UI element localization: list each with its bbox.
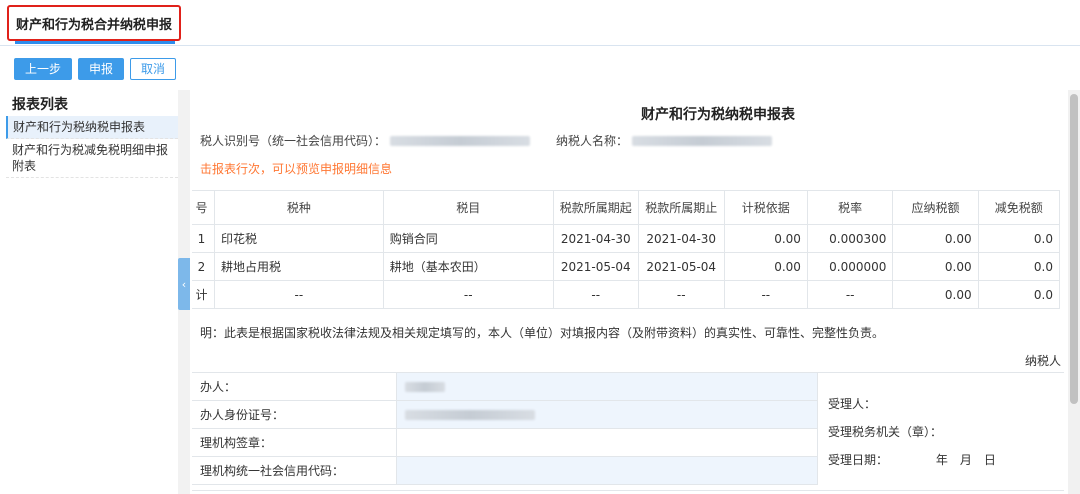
accept-date-label: 受理日期： [828,453,889,467]
agency-code-field[interactable] [396,457,818,484]
table-row[interactable]: 1 印花税 购销合同 2021-04-30 2021-04-30 0.00 0.… [192,224,1061,253]
tax-basis-cell: 0.00 [723,224,808,253]
accept-date-parts: 年 月 日 [935,453,996,467]
sidebar-item-main-form[interactable]: 财产和行为税纳税申报表 [6,116,178,139]
agency-seal-label: 理机构签章： [200,436,273,450]
column-header: 税款所属期起 [552,190,639,225]
tax-basis-cell: -- [723,280,808,309]
redacted-handler-id [405,409,535,420]
report-list-sidebar: 报表列表 财产和行为税纳税申报表 财产和行为税减免税明细申报附表 [6,90,178,494]
taxpayer-name-label: 纳税人名称： [556,134,629,148]
tax-relief-cell: 0.0 [977,280,1061,309]
tab-combined-declaration[interactable]: 财产和行为税合并纳税申报 [7,5,181,41]
period-start-cell: 2021-04-30 [552,224,639,253]
tax-basis-cell: 0.00 [723,252,808,281]
period-end-cell: 2021-04-30 [637,224,725,253]
table-header-row: 号 税种 税目 税款所属期起 税款所属期止 计税依据 税率 应纳税额 减免税额 [192,190,1061,225]
sign-row-handler: 办人： [192,373,818,401]
column-header: 税种 [213,190,384,225]
submit-button[interactable]: 申报 [78,58,125,80]
row-number: 2 [192,252,215,281]
column-header: 计税依据 [723,190,808,225]
tab-label: 财产和行为税合并纳税申报 [15,17,172,33]
sidebar-item-label: 财产和行为税减免税明细申报附表 [12,143,169,173]
redacted-handler-name [405,381,445,392]
sign-row-agency-seal: 理机构签章： [192,429,818,457]
row-number: 1 [192,224,215,253]
sidebar-title: 报表列表 [12,97,68,113]
tax-payable-cell: 0.00 [892,252,979,281]
vertical-scrollbar[interactable] [1068,90,1080,494]
taxpayer-sign-label: 纳税人 [1025,354,1062,368]
page: 财产和行为税合并纳税申报 上一步 申报 取消 报表列表 财产和行为税纳税申报表 … [0,0,1080,494]
declaration-statement: 明：此表是根据国家税收法律法规及相关规定填写的，本人（单位）对填报内容（及附带资… [200,326,885,340]
column-header: 税款所属期止 [637,190,725,225]
tax-relief-cell: 0.0 [977,252,1061,281]
redacted-taxpayer-id [390,135,531,146]
tax-item-cell: 耕地（基本农田） [382,252,554,281]
tax-type-cell: 耕地占用税 [213,252,384,281]
form-title: 财产和行为税纳税申报表 [641,107,795,123]
divider [192,490,1064,491]
agency-code-label: 理机构统一社会信用代码： [200,464,345,478]
total-label: 计 [192,280,215,309]
period-end-cell: -- [637,280,725,309]
table-row[interactable]: 2 耕地占用税 耕地（基本农田） 2021-05-04 2021-05-04 0… [192,252,1061,281]
tax-item-cell: 购销合同 [382,224,554,253]
tax-payable-cell: 0.00 [892,224,979,253]
active-tab-indicator [15,41,175,44]
collapse-sidebar-button[interactable]: ‹ [178,258,190,310]
chevron-left-icon: ‹ [181,277,187,291]
sidebar-item-label: 财产和行为税纳税申报表 [13,120,146,134]
sidebar-item-relief-schedule[interactable]: 财产和行为税减免税明细申报附表 [6,139,178,178]
column-header: 号 [192,190,215,225]
declaration-form: 财产和行为税纳税申报表 税人识别号（统一社会信用代码）： 纳税人名称： 击报表行… [192,90,1064,494]
tab-bar: 财产和行为税合并纳税申报 [0,0,1080,46]
sign-row-agency-code: 理机构统一社会信用代码： [192,457,818,485]
column-header: 税目 [382,190,554,225]
agency-seal-field[interactable] [396,429,818,456]
handler-label: 办人： [200,380,237,394]
taxpayer-id-label: 税人识别号（统一社会信用代码）： [200,134,387,148]
column-header: 减免税额 [977,190,1061,225]
period-end-cell: 2021-05-04 [637,252,725,281]
taxpayer-name-row: 纳税人名称： [556,132,773,149]
tax-rate-cell: 0.000000 [806,252,894,281]
tax-type-cell: -- [213,280,384,309]
tax-rate-cell: -- [806,280,894,309]
accept-date-row: 受理日期： 年 月 日 [828,451,996,468]
column-header: 应纳税额 [892,190,979,225]
declaration-table: 号 税种 税目 税款所属期起 税款所属期止 计税依据 税率 应纳税额 减免税额 … [192,190,1061,309]
acceptor-label: 受理人： [828,397,877,411]
tax-item-cell: -- [382,280,554,309]
table-total-row: 计 -- -- -- -- -- -- 0.00 0.0 [192,280,1061,309]
scrollbar-thumb[interactable] [1070,94,1078,404]
sign-row-handler-id: 办人身份证号： [192,401,818,429]
tax-rate-cell: 0.000300 [806,224,894,253]
tax-type-cell: 印花税 [213,224,384,253]
tax-payable-cell: 0.00 [892,280,979,309]
prev-step-button[interactable]: 上一步 [14,58,73,80]
handler-id-field[interactable] [396,401,818,428]
tax-relief-cell: 0.0 [977,224,1061,253]
period-start-cell: 2021-05-04 [552,252,639,281]
signature-section: 办人： 办人身份证号： 理机构签章： 理机构统一社会信用代码： 受理人： 受理税… [192,372,1064,485]
redacted-taxpayer-name [632,135,773,146]
toolbar: 上一步 申报 取消 [14,58,177,80]
taxpayer-id-row: 税人识别号（统一社会信用代码）： [200,132,531,149]
column-header: 税率 [806,190,894,225]
handler-id-label: 办人身份证号： [200,408,285,422]
accepting-office-label: 受理税务机关（章）： [828,425,943,439]
handler-field[interactable] [396,373,818,400]
cancel-button[interactable]: 取消 [130,58,177,80]
period-start-cell: -- [552,280,639,309]
preview-hint: 击报表行次，可以预览申报明细信息 [200,162,393,176]
